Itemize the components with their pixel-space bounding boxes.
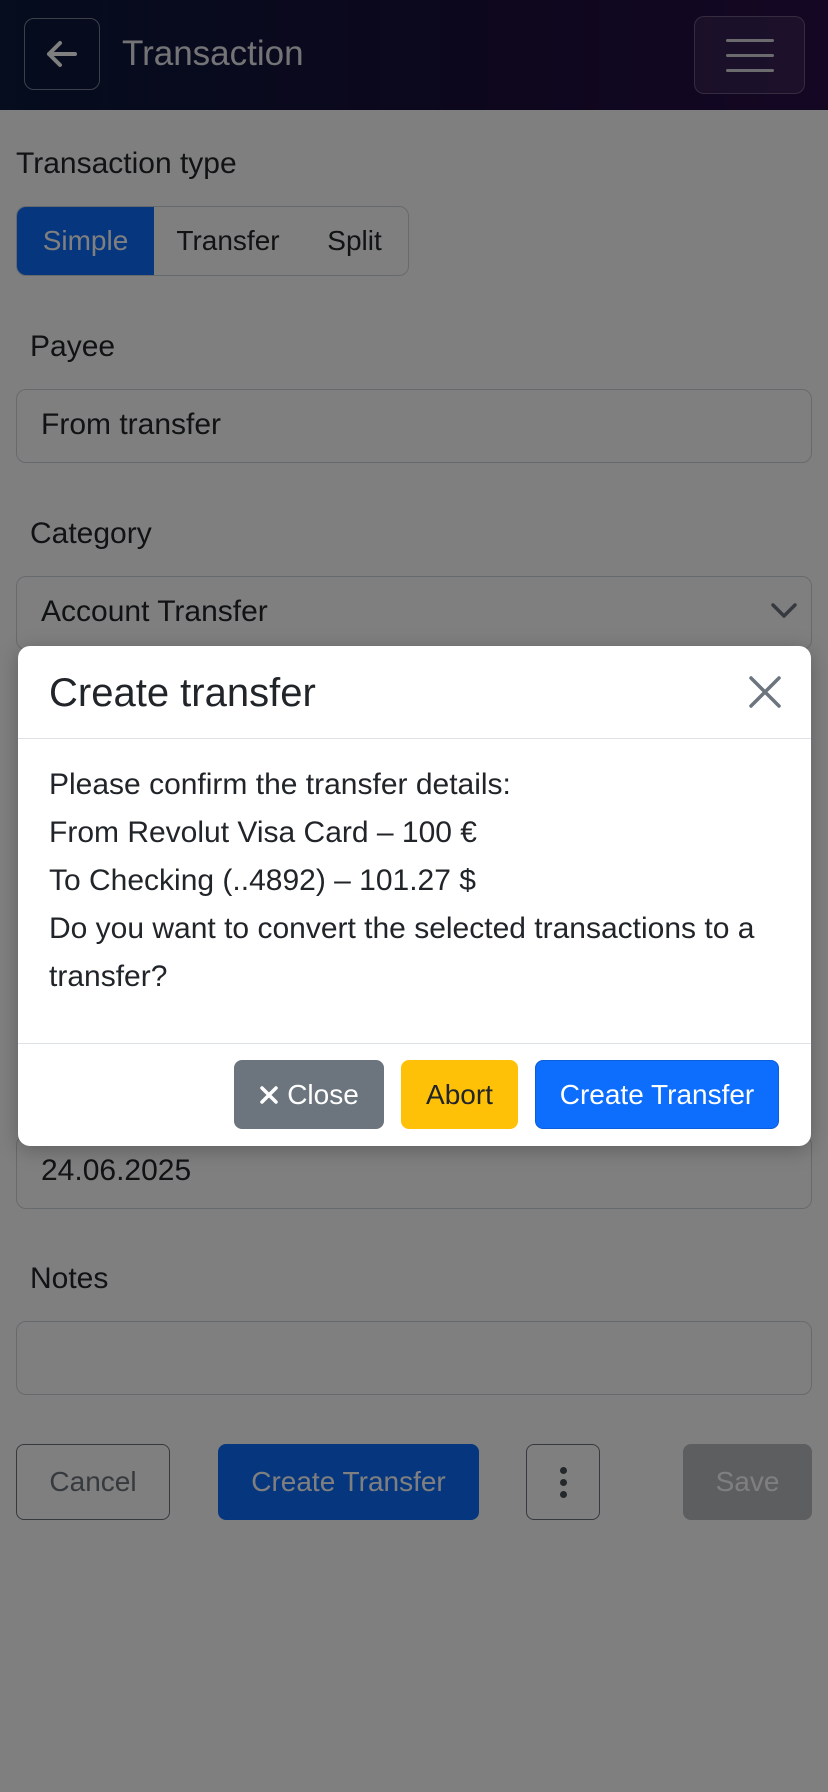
modal-footer: Close Abort Create Transfer — [18, 1043, 811, 1146]
modal-create-transfer-button[interactable]: Create Transfer — [535, 1060, 779, 1129]
modal-text-from: From Revolut Visa Card – 100 € — [49, 816, 477, 849]
close-icon[interactable] — [747, 674, 783, 710]
modal-text-to: To Checking (..4892) – 101.27 $ — [49, 864, 476, 897]
modal-body: Please confirm the transfer details: Fro… — [49, 761, 789, 1001]
modal-text-confirm: Please confirm the transfer details: — [49, 768, 511, 801]
modal-close-button[interactable]: Close — [234, 1060, 384, 1129]
modal-abort-button[interactable]: Abort — [401, 1060, 518, 1129]
x-icon — [260, 1085, 278, 1104]
modal-text-question: Do you want to convert the selected tran… — [49, 912, 755, 993]
modal-close-label: Close — [287, 1078, 359, 1110]
create-transfer-modal: Create transfer Please confirm the trans… — [18, 646, 811, 1146]
modal-header: Create transfer — [18, 646, 811, 739]
modal-title: Create transfer — [49, 671, 316, 715]
